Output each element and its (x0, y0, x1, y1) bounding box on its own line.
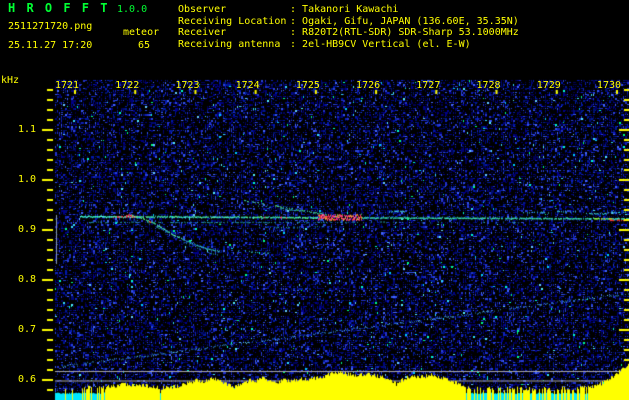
station-info-value: Takanori Kawachi (302, 4, 399, 15)
time-tick-label: 1728 (476, 80, 501, 91)
freq-tick-label: 1.1 (17, 124, 36, 135)
station-info-value: R820T2(RTL-SDR) SDR-Sharp 53.1000MHz (302, 27, 519, 38)
station-info-separator: : (290, 15, 303, 27)
app-title: H R O F F T (8, 1, 110, 15)
station-info-label: Receiver (178, 27, 227, 38)
station-info-row: Observer: Takanori Kawachi (178, 5, 398, 15)
station-info-value: Ogaki, Gifu, JAPAN (136.60E, 35.35N) (302, 15, 519, 27)
station-info-row: Receiving antenna: 2el-HB9CV Vertical (e… (178, 38, 471, 50)
station-info-separator: : (290, 4, 303, 15)
echo-count: 65 (138, 40, 151, 51)
freq-tick-label: 0.6 (17, 374, 36, 385)
station-info-row: Receiver: R820T2(RTL-SDR) SDR-Sharp 53.1… (178, 28, 519, 38)
capture-datetime: 25.11.27 17:20 (8, 40, 93, 51)
time-tick-label: 1726 (356, 80, 381, 91)
time-tick-label: 1721 (54, 80, 80, 91)
station-info-label: Observer (178, 4, 227, 15)
time-tick-label: 1724 (235, 80, 260, 91)
station-info-label: Receiving Location (178, 15, 287, 27)
capture-filename: 2511271720.png (8, 21, 93, 32)
freq-axis-unit-label: kHz (1, 75, 20, 86)
time-tick-label: 1729 (536, 80, 561, 91)
station-info-value: 2el-HB9CV Vertical (el. E-W) (302, 38, 471, 50)
time-tick-label: 1722 (115, 80, 140, 91)
station-info-row: Receiving Location: Ogaki, Gifu, JAPAN (… (178, 15, 519, 27)
time-tick-label: 1727 (416, 80, 441, 91)
time-tick-label: 1723 (175, 80, 200, 91)
app-version: 1.0.0 (117, 4, 148, 15)
station-info-separator: : (290, 38, 303, 50)
freq-tick-label: 0.9 (17, 224, 36, 235)
freq-tick-label: 0.8 (17, 274, 36, 285)
time-tick-label: 1730 (596, 80, 622, 91)
time-tick-label: 1725 (295, 80, 320, 91)
hrofft-screen: H R O F F T 1.0.0 2511271720.png meteor … (0, 0, 629, 400)
capture-mode: meteor (123, 27, 160, 38)
station-info-separator: : (290, 27, 303, 38)
freq-tick-label: 1.0 (17, 174, 36, 185)
station-info-label: Receiving antenna (178, 38, 281, 50)
spectrogram-canvas (0, 0, 629, 400)
freq-tick-label: 0.7 (17, 324, 36, 335)
